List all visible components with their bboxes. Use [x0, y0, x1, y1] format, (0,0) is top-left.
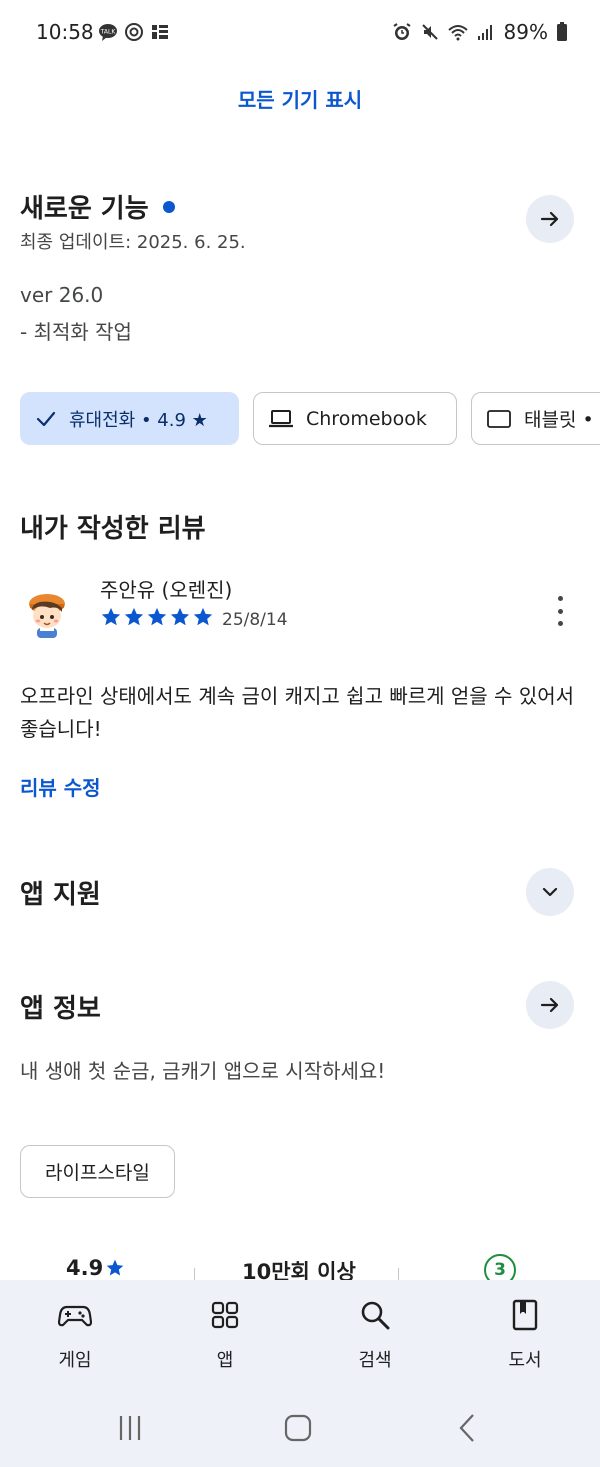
battery-percent: 89%: [503, 20, 548, 44]
nav-item-apps[interactable]: 앱: [175, 1298, 275, 1372]
app-info-title: 앱 정보: [20, 994, 101, 1024]
chat-bubble-icon: TALK: [99, 24, 117, 41]
star-icon: [193, 607, 213, 626]
chip-tablet-label: 태블릿 • 4: [524, 409, 600, 431]
edit-review-link[interactable]: 리뷰 수정: [20, 772, 101, 801]
reviewer-avatar[interactable]: [20, 586, 76, 642]
nav-item-books[interactable]: 도서: [475, 1298, 575, 1372]
nav-label-apps: 앱: [216, 1350, 234, 1371]
battery-icon: [557, 22, 567, 41]
last-updated: 최종 업데이트: 2025. 6. 25.: [20, 232, 246, 253]
book-icon: [512, 1299, 538, 1331]
chip-phone-label: 휴대전화 • 4.9 ★: [69, 409, 208, 431]
star-icon: [101, 607, 121, 626]
star-icon: [106, 1259, 124, 1276]
home-icon: [284, 1414, 312, 1442]
review-text: 오프라인 상태에서도 계속 금이 캐지고 쉽고 빠르게 얻을 수 있어서 좋습니…: [20, 684, 575, 741]
category-chip[interactable]: 라이프스타일: [20, 1145, 175, 1198]
mute-icon: [421, 24, 438, 40]
alarm-icon: [392, 23, 411, 40]
home-button[interactable]: [278, 1412, 318, 1444]
star-icon: [170, 607, 190, 626]
nav-label-games: 게임: [58, 1350, 92, 1371]
app-support-title: 앱 지원: [20, 880, 101, 910]
new-indicator-dot: [162, 200, 175, 213]
stat-rating: 4.9: [66, 1256, 125, 1280]
nav-item-games[interactable]: 게임: [25, 1298, 125, 1372]
tablet-icon: [487, 409, 511, 428]
check-icon: [36, 411, 56, 426]
arrow-right-icon: [540, 997, 559, 1013]
chip-tablet[interactable]: 태블릿 • 4: [471, 392, 600, 445]
stat-rating-value: 4.9: [66, 1256, 104, 1280]
review-date: 25/8/14: [222, 610, 288, 630]
device-chips: 휴대전화 • 4.9 ★ Chromebook 태블릿 • 4: [20, 392, 600, 445]
whats-new-header: 새로운 기능: [20, 188, 175, 225]
show-all-devices-link[interactable]: 모든 기기 표시: [0, 84, 600, 113]
apps-grid-icon: [211, 1301, 239, 1329]
nav-label-books: 도서: [508, 1350, 542, 1371]
app-description: 내 생애 첫 순금, 금캐기 앱으로 시작하세요!: [20, 1059, 386, 1083]
back-button[interactable]: [448, 1412, 488, 1444]
chevron-down-icon: [542, 887, 558, 897]
status-time: 10:58: [36, 20, 94, 44]
app-support-expand-button[interactable]: [526, 868, 574, 916]
bottom-navigation: 게임 앱 검색 도서: [0, 1280, 600, 1400]
nav-label-search: 검색: [358, 1350, 392, 1371]
wifi-icon: [447, 25, 468, 41]
app-info-arrow-button[interactable]: [526, 981, 574, 1029]
at-sign-icon: [125, 23, 143, 41]
chip-chromebook[interactable]: Chromebook: [253, 392, 457, 445]
system-navigation-bar: [0, 1400, 600, 1467]
whats-new-arrow-button[interactable]: [526, 195, 574, 243]
chip-phone[interactable]: 휴대전화 • 4.9 ★: [20, 392, 239, 445]
recent-apps-icon: [119, 1416, 141, 1440]
back-chevron-icon: [459, 1414, 474, 1442]
chip-chromebook-label: Chromebook: [306, 407, 427, 430]
svg-text:TALK: TALK: [100, 29, 117, 36]
star-icon: [124, 607, 144, 626]
my-review-title: 내가 작성한 리뷰: [20, 514, 206, 544]
star-icon: [147, 607, 167, 626]
review-more-options-button[interactable]: [548, 596, 572, 626]
gamepad-icon: [58, 1305, 92, 1327]
review-star-rating: [100, 606, 214, 628]
reviewer-name: 주안유 (오렌진): [100, 578, 233, 602]
laptop-icon: [269, 409, 293, 427]
more-vert-icon: [557, 596, 563, 601]
status-bar: 10:58 TALK 89%: [0, 0, 600, 64]
grid-notification-icon: [152, 25, 168, 39]
release-notes: - 최적화 작업: [20, 320, 132, 344]
recent-apps-button[interactable]: [110, 1412, 150, 1444]
arrow-right-icon: [540, 211, 559, 227]
whats-new-title: 새로운 기능: [20, 194, 149, 224]
search-icon: [361, 1301, 390, 1330]
signal-icon: [477, 25, 492, 40]
nav-item-search[interactable]: 검색: [325, 1298, 425, 1372]
version-text: ver 26.0: [20, 283, 104, 307]
